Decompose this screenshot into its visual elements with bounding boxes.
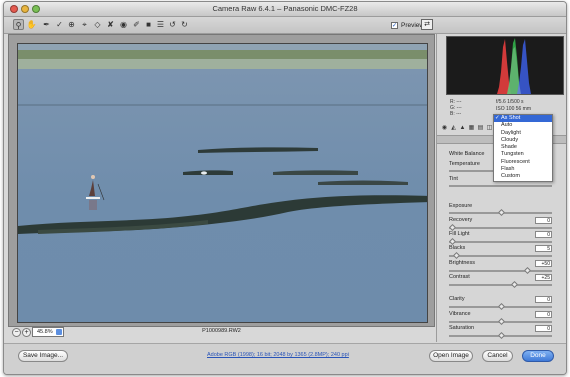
tint-slider[interactable] xyxy=(449,185,552,187)
wb-option-shade[interactable]: Shade xyxy=(494,144,552,151)
exposure-label: Exposure xyxy=(449,203,473,209)
contrast-thumb[interactable] xyxy=(510,280,519,289)
tint-label: Tint xyxy=(449,176,458,182)
brightness-thumb[interactable] xyxy=(523,266,532,275)
spot-removal-tool-icon[interactable]: ✘ xyxy=(105,19,116,30)
targeted-adjustment-tool-icon[interactable]: ⊕ xyxy=(66,19,77,30)
red-eye-removal-tool-icon[interactable]: ◉ xyxy=(118,19,129,30)
contrast-slider[interactable] xyxy=(449,280,552,289)
fill-light-label: Fill Light xyxy=(449,231,470,237)
hand-tool-icon[interactable]: ✋ xyxy=(26,19,37,30)
temperature-label: Temperature xyxy=(449,161,480,167)
graduated-filter-icon[interactable]: ■ xyxy=(143,19,154,30)
straighten-tool-icon[interactable]: ◇ xyxy=(92,19,103,30)
preferences-icon[interactable]: ☰ xyxy=(155,19,166,30)
recovery-slider[interactable] xyxy=(448,223,552,232)
saturation-thumb[interactable] xyxy=(497,331,506,340)
toolbar: ⚲ ✋ ✒ ✓ ⊕ ⌖ ◇ ✘ ◉ ✐ ■ ☰ ↺ ↻ ✓ Preview ⇄ xyxy=(4,17,566,34)
wb-option-flash[interactable]: Flash xyxy=(494,166,552,173)
blacks-thumb[interactable] xyxy=(452,251,461,260)
photo-preview[interactable] xyxy=(17,43,428,323)
cancel-button[interactable]: Cancel xyxy=(482,350,513,362)
wb-option-as-shot[interactable]: ✓ As Shot xyxy=(494,115,552,123)
saturation-label: Saturation xyxy=(449,325,475,331)
vibrance-thumb[interactable] xyxy=(497,317,506,326)
clarity-slider[interactable] xyxy=(449,302,552,311)
lake-photo xyxy=(18,44,427,322)
white-balance-dropdown[interactable]: ✓ As Shot Auto Daylight Cloudy Shade Tung… xyxy=(493,114,553,182)
basic-tab-icon[interactable]: ◉ xyxy=(441,125,448,132)
checkmark-icon: ✓ xyxy=(495,115,500,121)
contrast-label: Contrast xyxy=(449,274,470,280)
adjustments-panel: R: --- G: --- B: --- f/5.6 1/500 s ISO 1… xyxy=(436,34,566,342)
contrast-value[interactable]: +25 xyxy=(535,274,552,281)
brightness-value[interactable]: +50 xyxy=(535,260,552,267)
wb-option-daylight[interactable]: Daylight xyxy=(494,130,552,137)
histogram-graph xyxy=(497,38,531,94)
wb-option-cloudy[interactable]: Cloudy xyxy=(494,137,552,144)
title-bar: Camera Raw 6.4.1 – Panasonic DMC-FZ28 xyxy=(4,2,566,17)
preview-toggle[interactable]: ✓ Preview xyxy=(391,19,424,31)
histogram xyxy=(446,36,564,95)
blue-readout: B: --- xyxy=(450,111,462,117)
vibrance-value[interactable]: 0 xyxy=(535,311,552,318)
tone-curve-tab-icon[interactable]: ◭ xyxy=(450,125,457,132)
blacks-slider[interactable] xyxy=(449,251,552,260)
preview-checkbox[interactable]: ✓ xyxy=(391,21,398,29)
brightness-label: Brightness xyxy=(449,260,475,266)
wb-option-custom[interactable]: Custom xyxy=(494,173,552,180)
brightness-slider[interactable] xyxy=(449,266,552,275)
hsl-tab-icon[interactable]: ▦ xyxy=(468,125,475,132)
wb-option-auto[interactable]: Auto xyxy=(494,122,552,129)
fill-light-thumb[interactable] xyxy=(448,237,457,246)
window-title: Camera Raw 6.4.1 – Panasonic DMC-FZ28 xyxy=(212,4,358,13)
fullscreen-toggle-icon[interactable]: ⇄ xyxy=(421,19,433,30)
recovery-label: Recovery xyxy=(449,217,473,223)
open-image-button[interactable]: Open Image xyxy=(429,350,473,362)
saturation-value[interactable]: 0 xyxy=(535,325,552,332)
rotate-left-icon[interactable]: ↺ xyxy=(167,19,178,30)
white-balance-tool-icon[interactable]: ✒ xyxy=(41,19,52,30)
image-filename: P1000989.RW2 xyxy=(202,328,241,334)
clarity-thumb[interactable] xyxy=(497,302,506,311)
recovery-thumb[interactable] xyxy=(448,223,457,232)
vibrance-slider[interactable] xyxy=(449,317,552,326)
workflow-options-link[interactable]: Adobe RGB (1998); 16 bit; 2048 by 1365 (… xyxy=(207,352,349,358)
split-toning-tab-icon[interactable]: ▤ xyxy=(477,125,484,132)
save-image-button[interactable]: Save Image... xyxy=(18,350,68,362)
vibrance-label: Vibrance xyxy=(449,311,471,317)
iso-focal-length: ISO 100 56 mm xyxy=(496,106,532,112)
image-footer: − + 45.8% P1000989.RW2 xyxy=(8,327,435,339)
wb-option-fluorescent[interactable]: Fluorescent xyxy=(494,159,552,166)
clarity-label: Clarity xyxy=(449,296,465,302)
blacks-label: Blacks xyxy=(449,245,466,251)
color-sampler-tool-icon[interactable]: ✓ xyxy=(54,19,65,30)
camera-raw-window: Camera Raw 6.4.1 – Panasonic DMC-FZ28 ⚲ … xyxy=(3,1,567,375)
rotate-right-icon[interactable]: ↻ xyxy=(179,19,190,30)
white-balance-label: White Balance xyxy=(449,151,485,157)
aperture-shutter: f/5.6 1/500 s xyxy=(496,99,524,105)
saturation-slider[interactable] xyxy=(449,331,552,340)
fill-light-value[interactable]: 0 xyxy=(535,231,552,238)
lens-corrections-tab-icon[interactable]: ◫ xyxy=(486,125,493,132)
zoom-tool-icon[interactable]: ⚲ xyxy=(13,19,24,30)
clarity-value[interactable]: 0 xyxy=(535,296,552,303)
done-button[interactable]: Done xyxy=(522,350,554,362)
exposure-slider[interactable] xyxy=(449,208,552,217)
recovery-value[interactable]: 0 xyxy=(535,217,552,224)
fill-light-slider[interactable] xyxy=(448,237,552,246)
exposure-thumb[interactable] xyxy=(497,208,506,217)
blacks-value[interactable]: 5 xyxy=(535,245,552,252)
detail-tab-icon[interactable]: ▲ xyxy=(459,125,466,132)
crop-tool-icon[interactable]: ⌖ xyxy=(79,19,90,30)
image-preview-area xyxy=(8,34,435,327)
adjustment-brush-icon[interactable]: ✐ xyxy=(131,19,142,30)
bottom-bar: Save Image... Adobe RGB (1998); 16 bit; … xyxy=(4,343,566,374)
wb-option-tungsten[interactable]: Tungsten xyxy=(494,151,552,158)
